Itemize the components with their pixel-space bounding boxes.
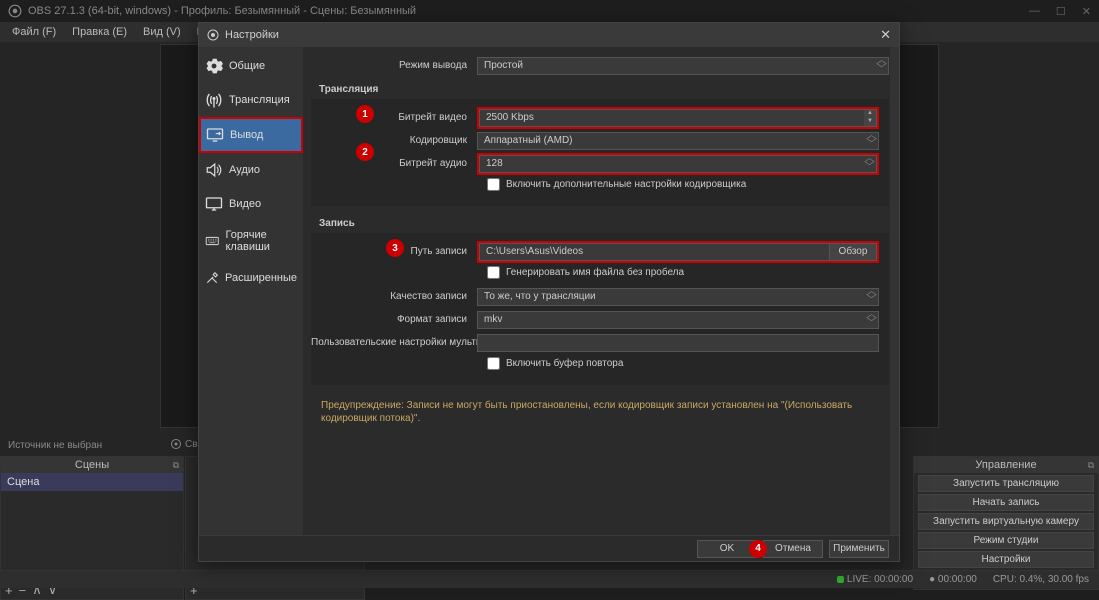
menu-view[interactable]: Вид (V) [135,24,189,40]
monitor-icon [206,126,224,144]
sidebar-item-hotkeys[interactable]: Горячие клавиши [199,221,303,261]
gear-icon [205,57,223,75]
no-source-label: Источник не выбран [8,440,102,451]
dialog-title: Настройки [225,29,279,41]
sidebar-item-video[interactable]: Видео [199,187,303,221]
minimize-icon[interactable]: — [1029,5,1040,18]
close-icon[interactable]: ✕ [1082,5,1091,18]
speaker-icon [205,161,223,179]
sidebar-item-stream[interactable]: Трансляция [199,83,303,117]
sidebar-label: Аудио [229,164,260,176]
replay-buffer-checkbox[interactable] [487,357,500,370]
apply-button[interactable]: Применить [829,540,889,558]
warning-text: Предупреждение: Записи не могут быть при… [311,391,899,433]
obs-logo-icon [8,4,22,18]
dialog-footer: 4 OK Отмена Применить [199,535,899,561]
recording-section-label: Запись [319,212,899,233]
record-quality-label: Качество записи [311,291,477,302]
record-format-label: Формат записи [311,314,477,325]
spin-up-icon[interactable]: ▲ [864,110,876,118]
encoder-select[interactable]: Аппаратный (AMD) [477,132,879,150]
sidebar-item-general[interactable]: Общие [199,49,303,83]
sidebar-label: Видео [229,198,261,210]
replay-buffer-label: Включить буфер повтора [506,358,623,369]
audio-bitrate-label: Битрейт аудио [311,158,477,169]
sidebar-label: Горячие клавиши [226,229,298,253]
sidebar-label: Трансляция [229,94,290,106]
obs-logo-icon [207,29,219,41]
settings-content: Режим вывода Простой Трансляция 1 2 Битр… [303,47,899,535]
controls-header: Управление ⧉ [914,457,1098,473]
sidebar-item-advanced[interactable]: Расширенные [199,261,303,295]
gear-icon [170,438,182,450]
start-virtual-cam-button[interactable]: Запустить виртуальную камеру [918,513,1094,530]
menu-edit[interactable]: Правка (E) [64,24,135,40]
popout-icon[interactable]: ⧉ [173,460,179,471]
settings-sidebar: Общие Трансляция Вывод Аудио Видео Горяч… [199,47,303,535]
audio-bitrate-field-highlight: 128 [477,153,879,175]
studio-mode-button[interactable]: Режим студии [918,532,1094,549]
scene-list-item[interactable]: Сцена [1,473,183,491]
sidebar-item-audio[interactable]: Аудио [199,153,303,187]
encoder-label: Кодировщик [311,135,477,146]
cpu-status: CPU: 0.4%, 30.00 fps [993,574,1089,585]
browse-button[interactable]: Обзор [829,243,877,261]
muxer-input[interactable] [477,334,879,352]
tools-icon [205,269,219,287]
annotation-circle-2: 2 [356,143,374,161]
video-bitrate-spinner[interactable]: 2500 Kbps [479,109,877,127]
spin-down-icon[interactable]: ▼ [864,118,876,126]
start-record-button[interactable]: Начать запись [918,494,1094,511]
video-bitrate-label: Битрейт видео [311,112,477,123]
muxer-label: Пользовательские настройки мультиплексор… [311,337,477,348]
enable-adv-encoder-label: Включить дополнительные настройки кодиро… [506,179,746,190]
antenna-icon [205,91,223,109]
annotation-circle-4: 4 [749,540,767,558]
no-space-filename-label: Генерировать имя файла без пробела [506,267,684,278]
record-quality-select[interactable]: То же, что у трансляции [477,288,879,306]
dialog-title-bar: Настройки ✕ [199,23,899,47]
scenes-header: Сцены ⧉ [1,457,183,473]
rec-status: ● 00:00:00 [929,574,977,585]
record-path-highlight: C:\Users\Asus\Videos Обзор [477,241,879,263]
enable-adv-encoder-checkbox[interactable] [487,178,500,191]
menu-file[interactable]: Файл (F) [4,24,64,40]
settings-button[interactable]: Настройки [918,551,1094,568]
keyboard-icon [205,232,220,250]
controls-title: Управление [975,459,1036,471]
scrollbar[interactable] [890,47,899,535]
sidebar-label: Вывод [230,129,263,141]
dialog-close-icon[interactable]: ✕ [880,27,891,43]
sidebar-label: Общие [229,60,265,72]
window-title-bar: OBS 27.1.3 (64-bit, windows) - Профиль: … [0,0,1099,22]
output-mode-select[interactable]: Простой [477,57,889,75]
popout-icon[interactable]: ⧉ [1088,460,1094,471]
annotation-circle-3: 3 [386,239,404,257]
sidebar-item-output[interactable]: Вывод [199,117,303,153]
record-path-input[interactable]: C:\Users\Asus\Videos [479,243,830,261]
maximize-icon[interactable]: ☐ [1056,5,1066,18]
audio-bitrate-select[interactable]: 128 [479,155,877,173]
monitor-icon [205,195,223,213]
streaming-section-label: Трансляция [319,78,899,99]
cancel-button[interactable]: Отмена [763,540,823,558]
ok-button[interactable]: OK [697,540,757,558]
window-title-text: OBS 27.1.3 (64-bit, windows) - Профиль: … [28,5,416,17]
scenes-title: Сцены [75,459,109,471]
live-status: LIVE: 00:00:00 [837,574,913,585]
annotation-circle-1: 1 [356,105,374,123]
start-stream-button[interactable]: Запустить трансляцию [918,475,1094,492]
settings-dialog: Настройки ✕ Общие Трансляция Вывод Аудио [198,22,900,562]
output-mode-label: Режим вывода [311,60,477,71]
record-format-select[interactable]: mkv [477,311,879,329]
video-bitrate-field-highlight: 2500 Kbps ▲▼ [477,107,879,129]
sidebar-label: Расширенные [225,272,297,284]
status-bar: LIVE: 00:00:00 ● 00:00:00 CPU: 0.4%, 30.… [0,570,1099,588]
no-space-filename-checkbox[interactable] [487,266,500,279]
